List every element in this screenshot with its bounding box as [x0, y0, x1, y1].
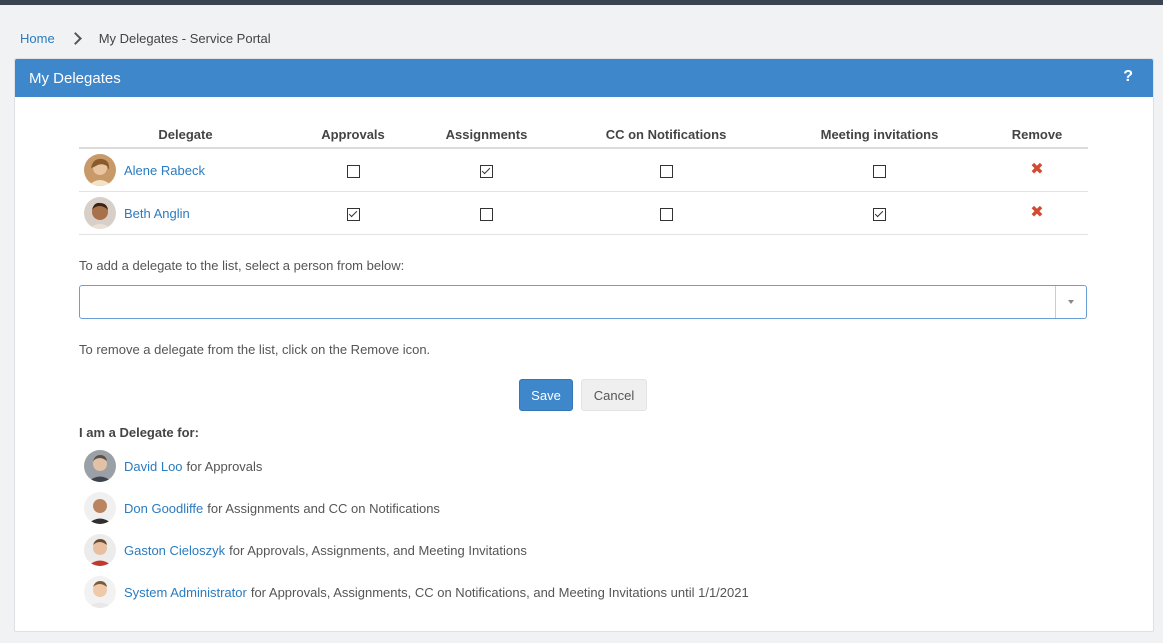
delegator-scope: for Approvals, Assignments, and Meeting …	[229, 542, 527, 558]
select-arrow[interactable]	[1055, 286, 1086, 318]
delegator-name-link[interactable]: Don Goodliffe	[124, 501, 203, 516]
delegator-name-link[interactable]: System Administrator	[124, 585, 247, 600]
cc-cell	[559, 148, 773, 192]
list-item: System Administrator for Approvals, Assi…	[79, 571, 749, 613]
avatar	[84, 534, 116, 566]
delegator-scope: for Approvals, Assignments, CC on Notifi…	[250, 584, 749, 600]
avatar	[84, 197, 116, 229]
delegate-cell: Beth Anglin	[79, 191, 292, 235]
column-header-cc-notifications: CC on Notifications	[559, 121, 773, 149]
assignments-checkbox[interactable]	[480, 207, 493, 221]
panel-title: My Delegates	[29, 70, 121, 87]
assignments-cell	[414, 148, 559, 192]
remove-icon[interactable]: ✖	[1030, 161, 1043, 178]
avatar	[84, 492, 116, 524]
approvals-cell	[292, 191, 414, 235]
meeting-invitations-checkbox[interactable]	[873, 207, 886, 221]
delegate-for-heading: I am a Delegate for:	[79, 425, 199, 440]
approvals-checkbox[interactable]	[346, 207, 360, 221]
delegator-scope: for Approvals	[186, 458, 263, 474]
remove-cell: ✖	[986, 191, 1088, 235]
avatar	[84, 154, 116, 186]
assignments-cell	[414, 191, 559, 235]
cancel-button[interactable]: Cancel	[581, 379, 647, 411]
person-select[interactable]	[79, 285, 1087, 319]
delegates-table: Delegate Approvals Assignments CC on Not…	[79, 121, 1088, 235]
assignments-checkbox[interactable]	[480, 164, 493, 178]
remove-cell: ✖	[986, 148, 1088, 192]
chevron-right-icon	[68, 31, 82, 45]
meeting-invitations-checkbox[interactable]	[873, 164, 886, 178]
table-header-row: Delegate Approvals Assignments CC on Not…	[79, 121, 1088, 149]
delegator-name-link[interactable]: Gaston Cieloszyk	[124, 543, 225, 558]
breadcrumb: Home My Delegates - Service Portal	[20, 30, 271, 46]
delegator-scope: for Assignments and CC on Notifications	[207, 500, 440, 516]
delegate-cell: Alene Rabeck	[79, 148, 292, 192]
remove-icon[interactable]: ✖	[1030, 204, 1043, 221]
cc-notifications-checkbox[interactable]	[659, 164, 673, 178]
column-header-delegate: Delegate	[79, 121, 292, 149]
column-header-meeting-invitations: Meeting invitations	[773, 121, 986, 149]
delegator-name-link[interactable]: David Loo	[124, 459, 183, 474]
avatar	[84, 450, 116, 482]
cc-cell	[559, 191, 773, 235]
column-header-remove: Remove	[986, 121, 1088, 149]
save-button[interactable]: Save	[519, 379, 573, 411]
avatar	[84, 576, 116, 608]
list-item: Don Goodliffe for Assignments and CC on …	[79, 487, 749, 529]
delegate-for-list: David Loo for Approvals Don Goodliffe fo…	[79, 445, 749, 613]
top-bar	[0, 0, 1163, 5]
breadcrumb-home-link[interactable]: Home	[20, 31, 55, 46]
breadcrumb-current: My Delegates - Service Portal	[98, 30, 271, 46]
delegates-panel: My Delegates ? Delegate Approvals Assign…	[14, 58, 1154, 632]
approvals-checkbox[interactable]	[346, 164, 360, 178]
help-icon[interactable]: ?	[1123, 68, 1133, 86]
add-delegate-instruction: To add a delegate to the list, select a …	[79, 258, 405, 273]
delegate-name-link[interactable]: Beth Anglin	[124, 206, 190, 221]
meetings-cell	[773, 191, 986, 235]
meetings-cell	[773, 148, 986, 192]
delegate-name-link[interactable]: Alene Rabeck	[124, 163, 205, 178]
approvals-cell	[292, 148, 414, 192]
list-item: David Loo for Approvals	[79, 445, 749, 487]
caret-down-icon	[1068, 300, 1074, 304]
panel-header: My Delegates ?	[15, 59, 1153, 97]
table-row: Beth Anglin ✖	[79, 191, 1088, 235]
column-header-approvals: Approvals	[292, 121, 414, 149]
cc-notifications-checkbox[interactable]	[659, 207, 673, 221]
column-header-assignments: Assignments	[414, 121, 559, 149]
list-item: Gaston Cieloszyk for Approvals, Assignme…	[79, 529, 749, 571]
remove-delegate-instruction: To remove a delegate from the list, clic…	[79, 342, 431, 357]
table-row: Alene Rabeck ✖	[79, 148, 1088, 192]
